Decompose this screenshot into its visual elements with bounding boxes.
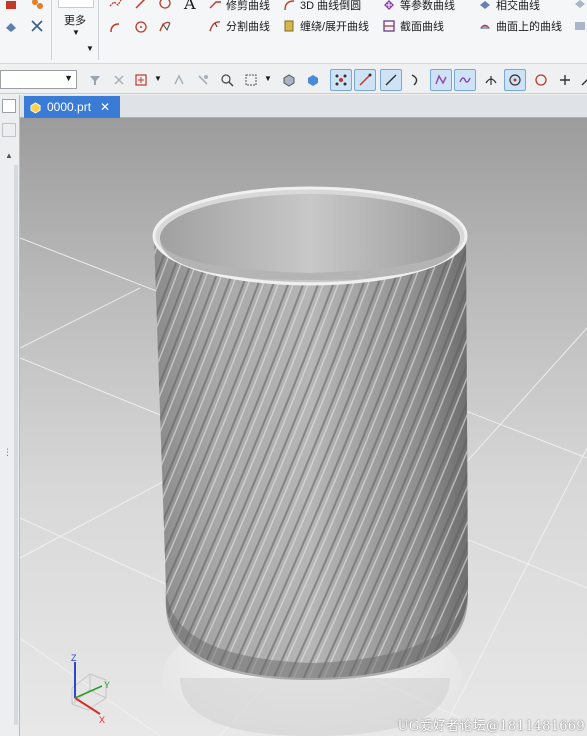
snap-endpoint-icon[interactable]	[330, 69, 352, 91]
isoparametric-curve-label: 等参数曲线	[400, 0, 455, 12]
type-filter-select[interactable]: ▼	[0, 70, 77, 89]
arc-icon[interactable]	[158, 0, 172, 10]
chevron-down-icon[interactable]: ▼	[264, 74, 272, 83]
snap-center-icon[interactable]	[504, 69, 526, 91]
tool-icon[interactable]	[4, 0, 18, 12]
circle-icon[interactable]	[134, 20, 148, 34]
chevron-down-icon: ▼	[64, 73, 73, 83]
render-style-icon[interactable]	[278, 69, 300, 91]
watermark: UG爱好者论坛@1811481669	[397, 719, 585, 734]
tool-icon[interactable]	[30, 0, 44, 11]
intersection-curve-label: 相交曲线	[496, 0, 540, 12]
x-axis-label: X	[99, 715, 105, 725]
snap-arc-icon[interactable]	[404, 69, 426, 91]
divide-curve-button[interactable]: 分割曲线	[208, 18, 270, 34]
resource-bar-tab[interactable]	[2, 99, 16, 113]
zoom-icon[interactable]	[216, 69, 238, 91]
section-curve-button[interactable]: 截面曲线	[382, 18, 444, 34]
snap-toggle-icon[interactable]	[192, 69, 214, 91]
axis-triad: Z Y X	[71, 653, 110, 725]
snap-point-icon[interactable]	[168, 69, 190, 91]
scroll-up-icon[interactable]: ▲	[5, 151, 13, 160]
snap-line-icon[interactable]	[380, 69, 402, 91]
ribbon-overflow-icon[interactable]	[573, 19, 587, 33]
intersection-curve-icon	[480, 1, 490, 9]
isoparametric-curve-icon	[384, 0, 394, 10]
snap-curve-icon[interactable]	[454, 69, 476, 91]
part-file-icon	[30, 101, 41, 114]
model-view: Z Y X	[20, 186, 587, 736]
line-icon[interactable]	[134, 0, 148, 10]
reset-filter-icon[interactable]	[108, 69, 130, 91]
snap-intersection-icon[interactable]	[480, 69, 502, 91]
curve-on-surface-button[interactable]: 曲面上的曲线	[478, 18, 562, 34]
group-chevron-icon[interactable]: ▼	[86, 44, 94, 53]
more-chevron-icon[interactable]: ▼	[72, 28, 80, 37]
rectangle-select-icon[interactable]	[240, 69, 262, 91]
wrap-unwrap-curve-icon	[284, 20, 294, 32]
close-icon[interactable]: ✕	[100, 100, 110, 114]
separator	[98, 0, 99, 60]
shaded-view-icon[interactable]	[302, 69, 324, 91]
more-dropdown-box[interactable]	[58, 0, 94, 8]
ribbon-overflow-icon[interactable]	[573, 0, 587, 11]
3d-curve-fillet-button[interactable]: 3D 曲线倒圆	[282, 0, 361, 13]
intersection-curve-button[interactable]: 相交曲线	[478, 0, 540, 13]
selection-toolbar: ▼ ▼ ▼	[0, 66, 587, 94]
trim-curve-label: 修剪曲线	[226, 0, 270, 12]
tool-icon[interactable]	[30, 19, 44, 33]
curve-on-surface-label: 曲面上的曲线	[496, 21, 562, 33]
resource-bar-tab[interactable]	[2, 123, 16, 137]
snap-spline-icon[interactable]	[430, 69, 452, 91]
tool-icon[interactable]	[4, 20, 18, 34]
splitter-handle-icon[interactable]: ⋮	[3, 447, 12, 458]
spline-icon[interactable]	[158, 20, 172, 34]
fillet-curve-icon[interactable]	[108, 20, 122, 34]
resource-bar: ▲ ⋮	[0, 95, 20, 736]
cup-model[interactable]	[20, 186, 587, 688]
isoparametric-curve-button[interactable]: 等参数曲线	[382, 0, 455, 13]
trim-curve-icon	[209, 1, 221, 9]
snap-midpoint-icon[interactable]	[354, 69, 376, 91]
graphics-viewport[interactable]: Z Y X UG爱好者论坛@1811481669	[20, 118, 587, 736]
y-axis-label: Y	[104, 680, 110, 690]
text-icon[interactable]: A	[184, 0, 196, 13]
3d-curve-fillet-icon	[284, 0, 295, 11]
divide-curve-label: 分割曲线	[226, 21, 270, 33]
scrollbar[interactable]	[14, 165, 18, 725]
wrap-unwrap-curve-button[interactable]: 缠绕/展开曲线	[282, 18, 369, 34]
wrap-unwrap-curve-label: 缠绕/展开曲线	[300, 21, 370, 33]
point-set-icon[interactable]	[108, 0, 122, 10]
separator	[51, 0, 52, 60]
ribbon: 更多 ▼ ▼ A 修剪曲线 3D 曲线倒圆 等参数曲线 相交曲线 分割曲线 缠绕…	[0, 0, 587, 64]
filter-icon[interactable]	[84, 69, 106, 91]
select-all-icon[interactable]	[130, 69, 152, 91]
trim-curve-button[interactable]: 修剪曲线	[208, 0, 270, 13]
more-button-label[interactable]: 更多	[64, 12, 86, 28]
section-curve-label: 截面曲线	[400, 21, 444, 33]
toolbar-overflow-icon[interactable]	[576, 69, 587, 91]
snap-quadrant-icon[interactable]	[530, 69, 552, 91]
divide-curve-icon	[209, 21, 221, 32]
curve-on-surface-icon	[480, 24, 490, 29]
chevron-down-icon[interactable]: ▼	[154, 74, 162, 83]
3d-curve-fillet-label: 3D 曲线倒圆	[300, 0, 362, 12]
tab-document-label: 0000.prt	[47, 100, 92, 114]
document-tab-bar: 0000.prt ✕	[20, 95, 587, 118]
snap-point-icon[interactable]	[554, 69, 576, 91]
tab-document[interactable]: 0000.prt ✕	[24, 96, 120, 118]
section-curve-icon	[383, 20, 395, 32]
z-axis-label: Z	[71, 653, 77, 663]
